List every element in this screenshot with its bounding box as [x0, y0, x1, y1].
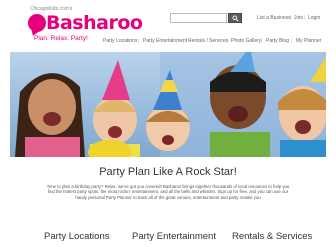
nav-party-blog[interactable]: Party Blog — [266, 38, 289, 44]
nav-photo-gallery[interactable]: Photo Gallery — [231, 38, 261, 44]
page-tagline: Party Plan Like A Rock Star! — [99, 166, 237, 178]
search-icon — [232, 15, 239, 22]
category-party-locations[interactable]: Party Locations — [44, 231, 109, 242]
login-link[interactable]: Login — [308, 15, 320, 21]
category-rentals-services[interactable]: Rentals & Services — [232, 231, 312, 242]
join-link[interactable]: Join — [294, 15, 303, 21]
logo-bubble-icon — [28, 14, 46, 32]
nav-my-planner[interactable]: My Planner — [296, 38, 321, 44]
nav-party-entertainment[interactable]: Party Entertainment — [143, 38, 187, 44]
nav-party-locations[interactable]: Party Locations — [103, 38, 137, 44]
intro-paragraph: Time to plan a birthday party? Relax, we… — [46, 184, 290, 200]
nav-rentals-services[interactable]: Rentals / Services — [188, 38, 228, 44]
main-nav: Party Locations | Party Entertainment | … — [103, 38, 322, 44]
search-button[interactable] — [228, 13, 242, 23]
logo-text: Basharoo — [46, 12, 143, 34]
list-business-link[interactable]: List a Business — [257, 15, 291, 21]
header: ChicagoKids.com's Basharoo Plan. Relax. … — [0, 0, 336, 52]
hero-photo — [10, 52, 326, 157]
search-input[interactable] — [170, 13, 227, 23]
party-kids-illustration — [10, 52, 326, 157]
category-party-entertainment[interactable]: Party Entertainment — [132, 231, 216, 242]
